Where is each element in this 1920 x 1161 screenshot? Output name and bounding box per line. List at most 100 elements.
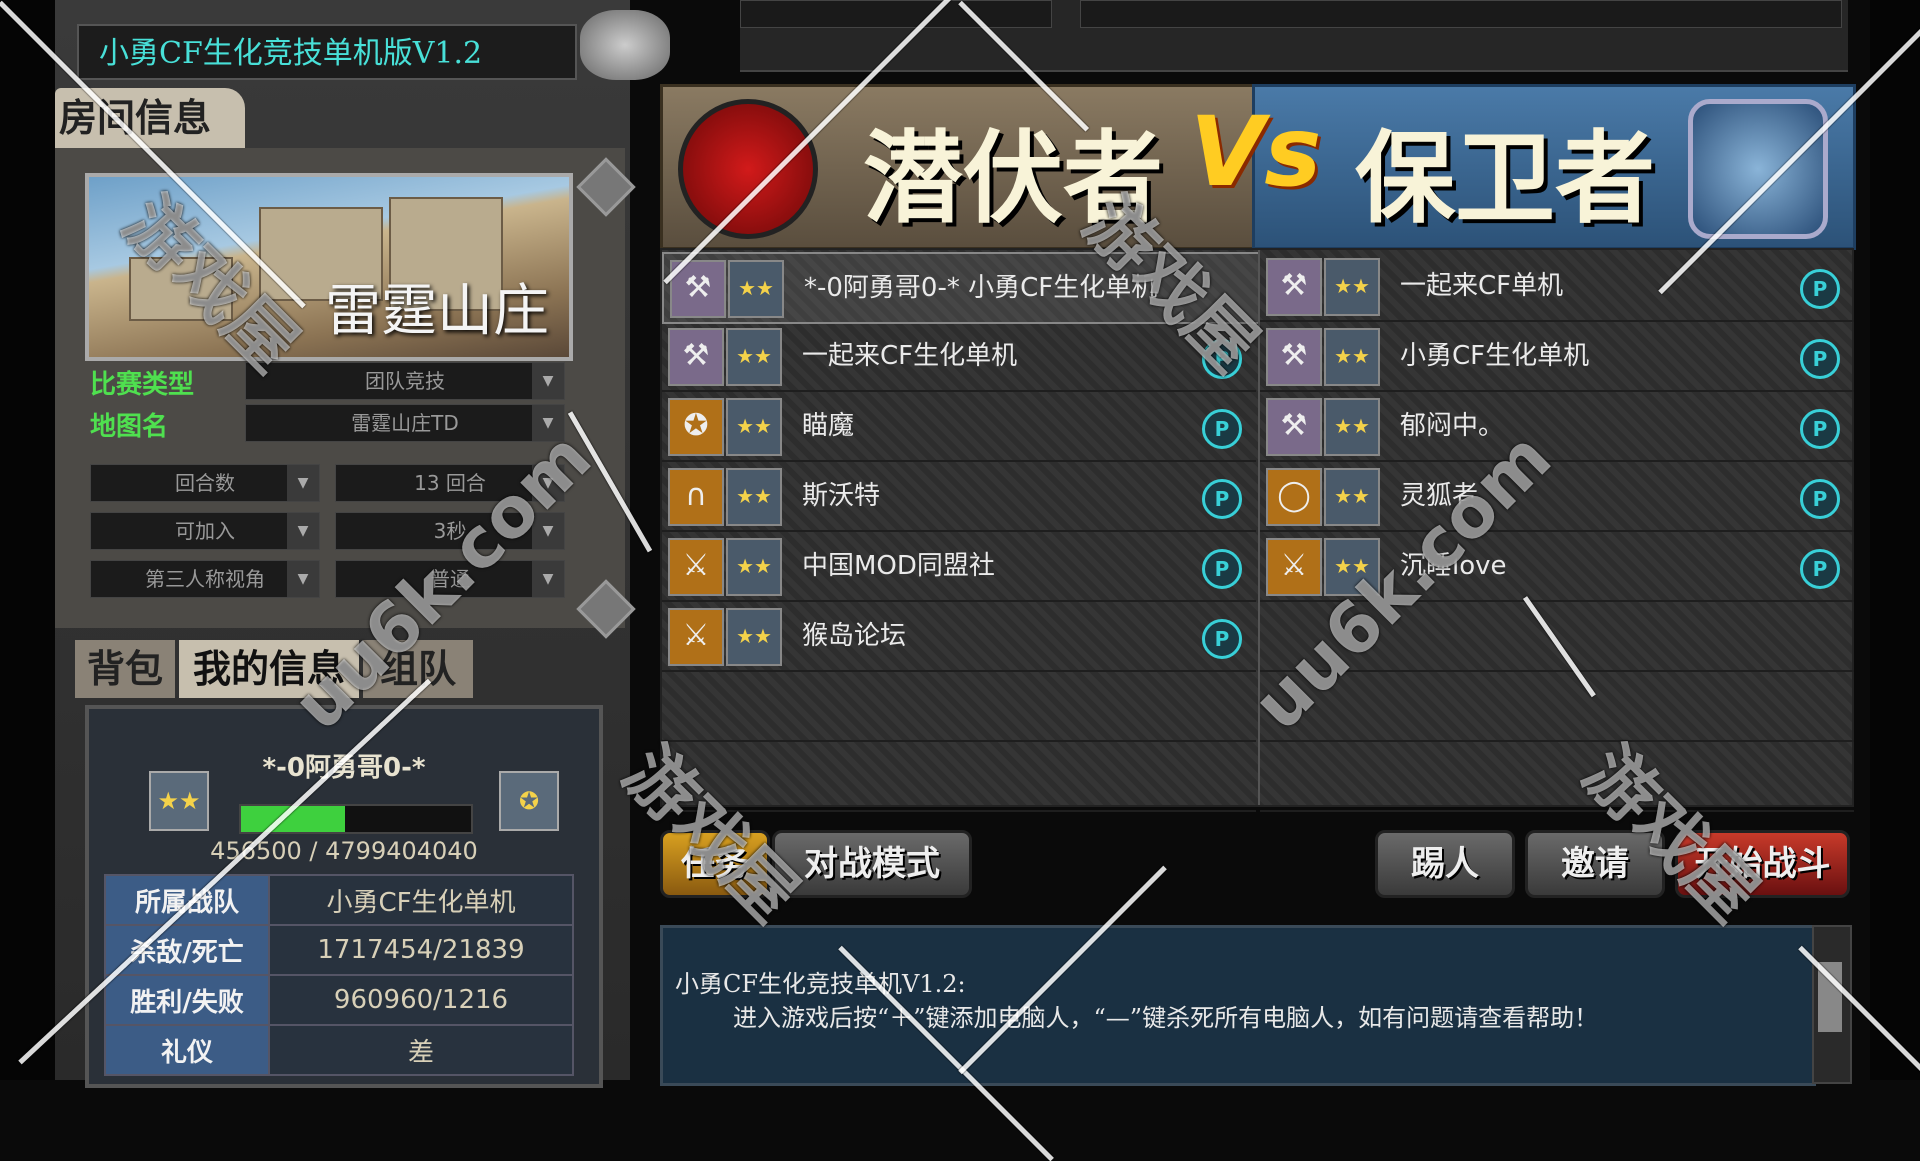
left-border	[0, 0, 55, 1080]
player-name: 中国MOD同盟社	[802, 551, 995, 581]
joinable-label: 可加入	[175, 519, 235, 543]
rank-icon: ★★	[149, 771, 209, 831]
match-type-label: 比赛类型	[90, 370, 195, 400]
xp-bar	[239, 804, 473, 834]
dog-tag-icon	[580, 10, 670, 80]
rounds-label: 回合数	[175, 471, 235, 495]
joinable-select[interactable]: 可加入 ▼	[90, 512, 320, 550]
player-row[interactable]: ⚔ ★★ 猴岛论坛 P	[662, 602, 1256, 672]
player-row[interactable]: ⚒ ★★ 郁闷中。 P	[1260, 392, 1854, 462]
rounds-select[interactable]: 回合数 ▼	[90, 464, 320, 502]
player-name: 小勇CF生化单机	[1400, 341, 1590, 371]
xp-text: 456500 / 4799404040	[210, 837, 478, 865]
stat-value: 960960/1216	[268, 974, 574, 1026]
rank-icon: ★★	[726, 468, 782, 526]
rank-icon: ★★	[728, 260, 784, 318]
chat-box: 小勇CF生化竞技单机V1.2: 进入游戏后按“＋”键添加电脑人，“—”键杀死所有…	[660, 925, 1816, 1086]
empty-slot[interactable]	[1260, 742, 1854, 812]
tab-bag[interactable]: 背包	[75, 640, 175, 698]
team-right-banner: 保卫者	[1252, 84, 1856, 250]
axe-icon: ⚒	[1266, 328, 1322, 386]
p-badge-icon: P	[1800, 269, 1840, 309]
chevron-down-icon[interactable]: ▼	[287, 513, 319, 549]
table-row: 礼仪差	[104, 1024, 574, 1076]
view-label: 第三人称视角	[145, 567, 265, 591]
chevron-down-icon[interactable]: ▼	[287, 561, 319, 597]
axe-icon: ⚒	[668, 328, 724, 386]
ring-icon: ◯	[1266, 468, 1322, 526]
p-badge-icon: P	[1800, 339, 1840, 379]
star-icon: ✪	[668, 398, 724, 456]
match-type-select[interactable]: 团队竞技 ▼	[245, 362, 565, 400]
p-badge-icon: P	[1202, 409, 1242, 449]
rank-icon: ★★	[1324, 468, 1380, 526]
rank-icon: ★★	[1324, 398, 1380, 456]
rank-icon: ★★	[726, 398, 782, 456]
player-row[interactable]: ⚒ ★★ 一起来CF单机 P	[1260, 252, 1854, 322]
right-border	[1870, 0, 1920, 1080]
rank-icon: ★★	[726, 608, 782, 666]
arch-icon: ∩	[668, 468, 724, 526]
match-type-value: 团队竞技	[365, 369, 445, 393]
axe-icon: ⚒	[1266, 258, 1322, 316]
double-axe-icon: ⚔	[668, 608, 724, 666]
rank-icon: ★★	[1324, 258, 1380, 316]
rank-icon: ★★	[726, 538, 782, 596]
map-title: 雷霆山庄	[325, 279, 549, 344]
map-label: 地图名	[90, 412, 169, 442]
rank-icon: ★★	[1324, 328, 1380, 386]
window-title: 小勇CF生化竞技单机版V1.2	[77, 24, 577, 80]
rank-icon: ★★	[726, 328, 782, 386]
vs-label: Vs	[1190, 96, 1322, 208]
chevron-down-icon[interactable]: ▼	[532, 561, 564, 597]
double-axe-icon: ⚔	[1266, 538, 1322, 596]
chat-line: 进入游戏后按“＋”键添加电脑人，“—”键杀死所有电脑人，如有问题请查看帮助！	[733, 1004, 1599, 1032]
player-row[interactable]: ⚒ ★★ 小勇CF生化单机 P	[1260, 322, 1854, 392]
stat-value: 1717454/21839	[268, 924, 574, 976]
player-row[interactable]: ✪ ★★ 瞄魔 P	[662, 392, 1256, 462]
stat-value: 差	[268, 1024, 574, 1076]
top-strip-segment	[1080, 0, 1842, 28]
player-name: 一起来CF单机	[1400, 271, 1564, 301]
tab-room-info[interactable]: 房间信息	[55, 88, 245, 148]
player-row[interactable]: ⚔ ★★ 中国MOD同盟社 P	[662, 532, 1256, 602]
kick-button[interactable]: 踢人	[1375, 830, 1515, 898]
stat-key: 胜利/失败	[104, 974, 270, 1026]
p-badge-icon: P	[1202, 479, 1242, 519]
double-axe-icon: ⚔	[668, 538, 724, 596]
player-name: 猴岛论坛	[802, 621, 907, 651]
empty-slot[interactable]	[662, 672, 1256, 742]
chat-scrollbar[interactable]	[1812, 925, 1852, 1084]
player-row[interactable]: ∩ ★★ 斯沃特 P	[662, 462, 1256, 532]
map-value: 雷霆山庄TD	[351, 411, 459, 435]
map-select[interactable]: 雷霆山庄TD ▼	[245, 404, 565, 442]
table-row: 杀敌/死亡 1717454/21839	[104, 924, 574, 976]
p-badge-icon: P	[1800, 479, 1840, 519]
wolf-emblem-icon	[678, 99, 818, 239]
axe-icon: ⚒	[1266, 398, 1322, 456]
top-strip-segment	[740, 0, 1052, 28]
stats-table: 所属战队小勇CF生化单机 杀敌/死亡1717454/21839 胜利/失败960…	[104, 874, 574, 1076]
chevron-down-icon[interactable]: ▼	[532, 363, 564, 399]
next-rank-icon: ✪	[499, 771, 559, 831]
stat-key: 杀敌/死亡	[104, 924, 270, 976]
p-badge-icon: P	[1800, 409, 1840, 449]
stat-key: 所属战队	[104, 874, 270, 926]
shield-emblem-icon	[1688, 99, 1828, 239]
team-right-list: ⚒ ★★ 一起来CF单机 P ⚒ ★★ 小勇CF生化单机 P ⚒ ★★ 郁闷中。 P ◯ ★★ 灵狐者 P ⚔ ★…	[1258, 250, 1854, 812]
stat-key: 礼仪	[104, 1024, 270, 1076]
view-select[interactable]: 第三人称视角 ▼	[90, 560, 320, 598]
p-badge-icon: P	[1202, 619, 1242, 659]
player-name: 一起来CF生化单机	[802, 341, 1018, 371]
left-panel: 小勇CF生化竞技单机版V1.2 房间信息 雷霆山庄 比赛类型 团队竞技 ▼ 地图…	[55, 0, 670, 1088]
stat-value: 小勇CF生化单机	[268, 874, 574, 926]
player-name: 瞄魔	[802, 411, 855, 441]
game-lobby: 小勇CF生化竞技单机版V1.2 房间信息 雷霆山庄 比赛类型 团队竞技 ▼ 地图…	[0, 0, 1920, 1161]
p-badge-icon: P	[1800, 549, 1840, 589]
p-badge-icon: P	[1202, 549, 1242, 589]
player-name: 斯沃特	[802, 481, 881, 511]
team-right-name: 保卫者	[1355, 119, 1655, 237]
chat-line: 小勇CF生化竞技单机V1.2:	[675, 970, 966, 998]
gear-icon	[576, 157, 636, 217]
chevron-down-icon[interactable]: ▼	[287, 465, 319, 501]
